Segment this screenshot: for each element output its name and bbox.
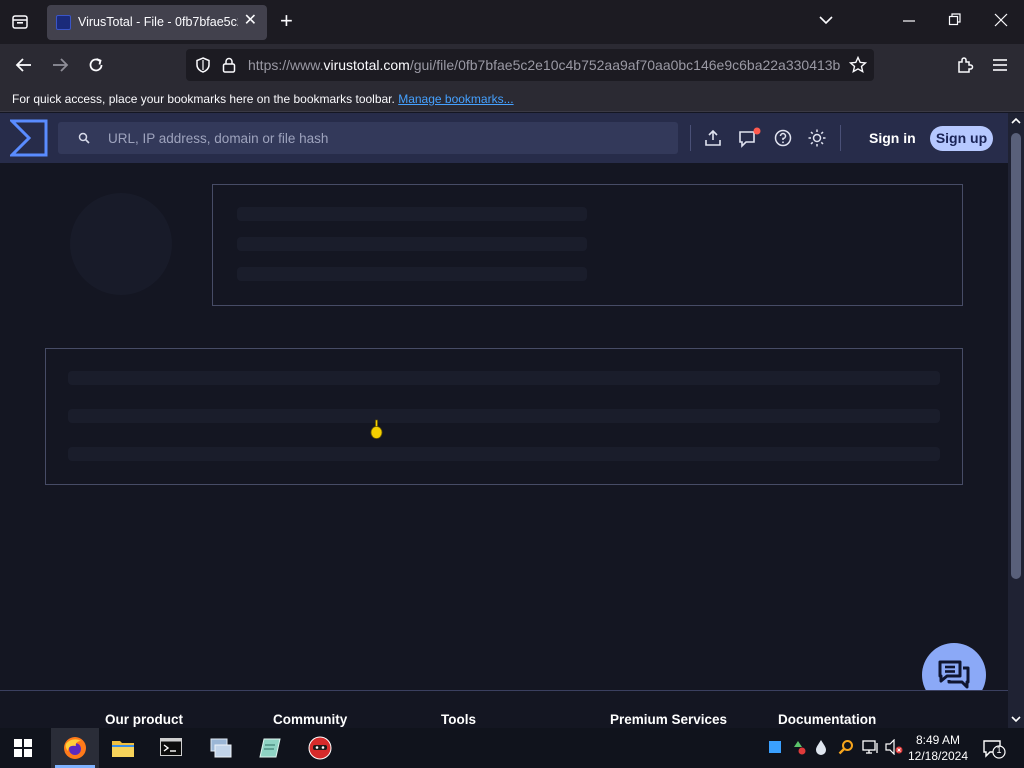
firefox-icon xyxy=(63,736,87,760)
minimize-window-icon[interactable] xyxy=(902,12,916,28)
sign-up-button[interactable]: Sign up xyxy=(930,126,993,151)
tray-recycle-icon[interactable] xyxy=(790,739,806,755)
skeleton-line xyxy=(68,409,940,423)
shield-icon[interactable] xyxy=(194,56,212,74)
skeleton-avatar xyxy=(70,193,172,295)
footer-heading-tools: Tools xyxy=(441,712,476,727)
lock-icon[interactable] xyxy=(221,56,237,74)
scroll-up-arrow-icon[interactable] xyxy=(1011,116,1021,126)
notepad-icon xyxy=(258,736,282,760)
taskbar-app-notepad[interactable] xyxy=(246,728,294,768)
search-icon xyxy=(78,132,90,144)
sign-in-button[interactable]: Sign in xyxy=(869,130,916,146)
scrollbar-thumb[interactable] xyxy=(1011,133,1021,579)
main-content xyxy=(0,163,1008,691)
reload-icon[interactable] xyxy=(86,55,106,75)
tray-volume-muted-icon[interactable] xyxy=(885,739,903,755)
url-text[interactable]: https://www.virustotal.com/gui/file/0fb7… xyxy=(248,57,840,73)
terminal-icon xyxy=(160,738,182,756)
network-computer-icon xyxy=(209,737,233,759)
search-placeholder: URL, IP address, domain or file hash xyxy=(108,131,329,146)
skeleton-details-panel xyxy=(45,348,963,485)
new-tab-button[interactable]: + xyxy=(280,10,293,32)
bookmark-star-icon[interactable] xyxy=(849,56,867,74)
page-footer: Our product Community Tools Premium Serv… xyxy=(0,690,1008,730)
taskbar-app-network[interactable] xyxy=(197,728,245,768)
skeleton-line xyxy=(237,237,587,251)
footer-heading-community: Community xyxy=(273,712,348,727)
extensions-puzzle-icon[interactable] xyxy=(955,55,975,75)
skeleton-line xyxy=(68,371,940,385)
tab-title: VirusTotal - File - 0fb7bfae5c2e10c4b752… xyxy=(78,15,238,29)
windows-start-icon[interactable] xyxy=(14,739,32,757)
tab-overview-icon[interactable] xyxy=(10,12,30,32)
footer-heading-our-product: Our product xyxy=(105,712,183,727)
bookmarks-toolbar: For quick access, place your bookmarks h… xyxy=(0,86,1024,112)
clock-date: 12/18/2024 xyxy=(907,749,969,763)
upload-icon[interactable] xyxy=(704,129,722,147)
browser-tab-active[interactable]: VirusTotal - File - 0fb7bfae5c2e10c4b752… xyxy=(47,5,267,40)
address-bar[interactable]: https://www.virustotal.com/gui/file/0fb7… xyxy=(186,49,874,81)
red-mask-app-icon xyxy=(308,736,332,760)
virustotal-logo-icon[interactable] xyxy=(10,119,48,157)
close-window-icon[interactable] xyxy=(994,12,1008,28)
action-center-notification-icon[interactable]: 1 xyxy=(983,739,1009,759)
tray-app-blue-square-icon[interactable] xyxy=(769,741,781,753)
restore-window-icon[interactable] xyxy=(948,12,962,28)
forward-arrow-icon[interactable] xyxy=(50,55,70,75)
taskbar-terminal[interactable] xyxy=(147,728,195,768)
tray-droplet-icon[interactable] xyxy=(815,739,827,755)
taskbar-firefox[interactable] xyxy=(51,728,99,768)
footer-heading-documentation: Documentation xyxy=(778,712,877,727)
back-arrow-icon[interactable] xyxy=(14,55,34,75)
skeleton-line xyxy=(237,207,587,221)
clock-time: 8:49 AM xyxy=(915,733,961,747)
browser-tab-strip: VirusTotal - File - 0fb7bfae5c2e10c4b752… xyxy=(0,0,1024,44)
theme-toggle-sun-icon[interactable] xyxy=(808,129,826,147)
page-scrollbar[interactable] xyxy=(1008,113,1024,730)
tray-search-magnifier-icon[interactable] xyxy=(838,739,854,755)
taskbar-app-red[interactable] xyxy=(296,728,344,768)
header-divider xyxy=(690,125,691,151)
bookmarks-hint: For quick access, place your bookmarks h… xyxy=(12,92,514,106)
browser-navigation-bar: https://www.virustotal.com/gui/file/0fb7… xyxy=(0,44,1024,86)
skeleton-line xyxy=(68,447,940,461)
search-input[interactable]: URL, IP address, domain or file hash xyxy=(58,122,678,154)
chat-bubbles-icon xyxy=(938,660,970,690)
bookmarks-hint-text: For quick access, place your bookmarks h… xyxy=(12,92,395,106)
list-all-tabs-icon[interactable] xyxy=(818,12,834,28)
system-clock[interactable]: 8:49 AM 12/18/2024 xyxy=(904,732,972,764)
manage-bookmarks-link[interactable]: Manage bookmarks... xyxy=(398,92,513,106)
folder-icon xyxy=(111,738,135,758)
notifications-chat-icon[interactable] xyxy=(738,127,762,149)
scroll-down-arrow-icon[interactable] xyxy=(1011,714,1021,724)
tray-network-icon[interactable] xyxy=(862,739,880,755)
menu-hamburger-icon[interactable] xyxy=(991,56,1009,74)
header-divider xyxy=(840,125,841,151)
help-question-icon[interactable] xyxy=(774,129,792,147)
skeleton-line xyxy=(237,267,587,281)
virustotal-header: URL, IP address, domain or file hash Sig… xyxy=(0,113,1008,163)
url-domain: virustotal.com xyxy=(323,57,410,73)
url-path: /gui/file/0fb7bfae5c2e10c4b752aa9af70aa0… xyxy=(409,57,840,73)
windows-taskbar: 8:49 AM 12/18/2024 1 xyxy=(0,728,1024,768)
skeleton-summary-panel xyxy=(212,184,963,306)
mouse-cursor-icon xyxy=(369,419,385,441)
notification-count: 1 xyxy=(996,745,1002,755)
virustotal-favicon-icon xyxy=(56,15,71,30)
url-prefix: https://www. xyxy=(248,57,324,73)
tab-close-icon[interactable]: ✕ xyxy=(244,13,257,29)
taskbar-file-explorer[interactable] xyxy=(99,728,147,768)
footer-heading-premium-services: Premium Services xyxy=(610,712,728,727)
